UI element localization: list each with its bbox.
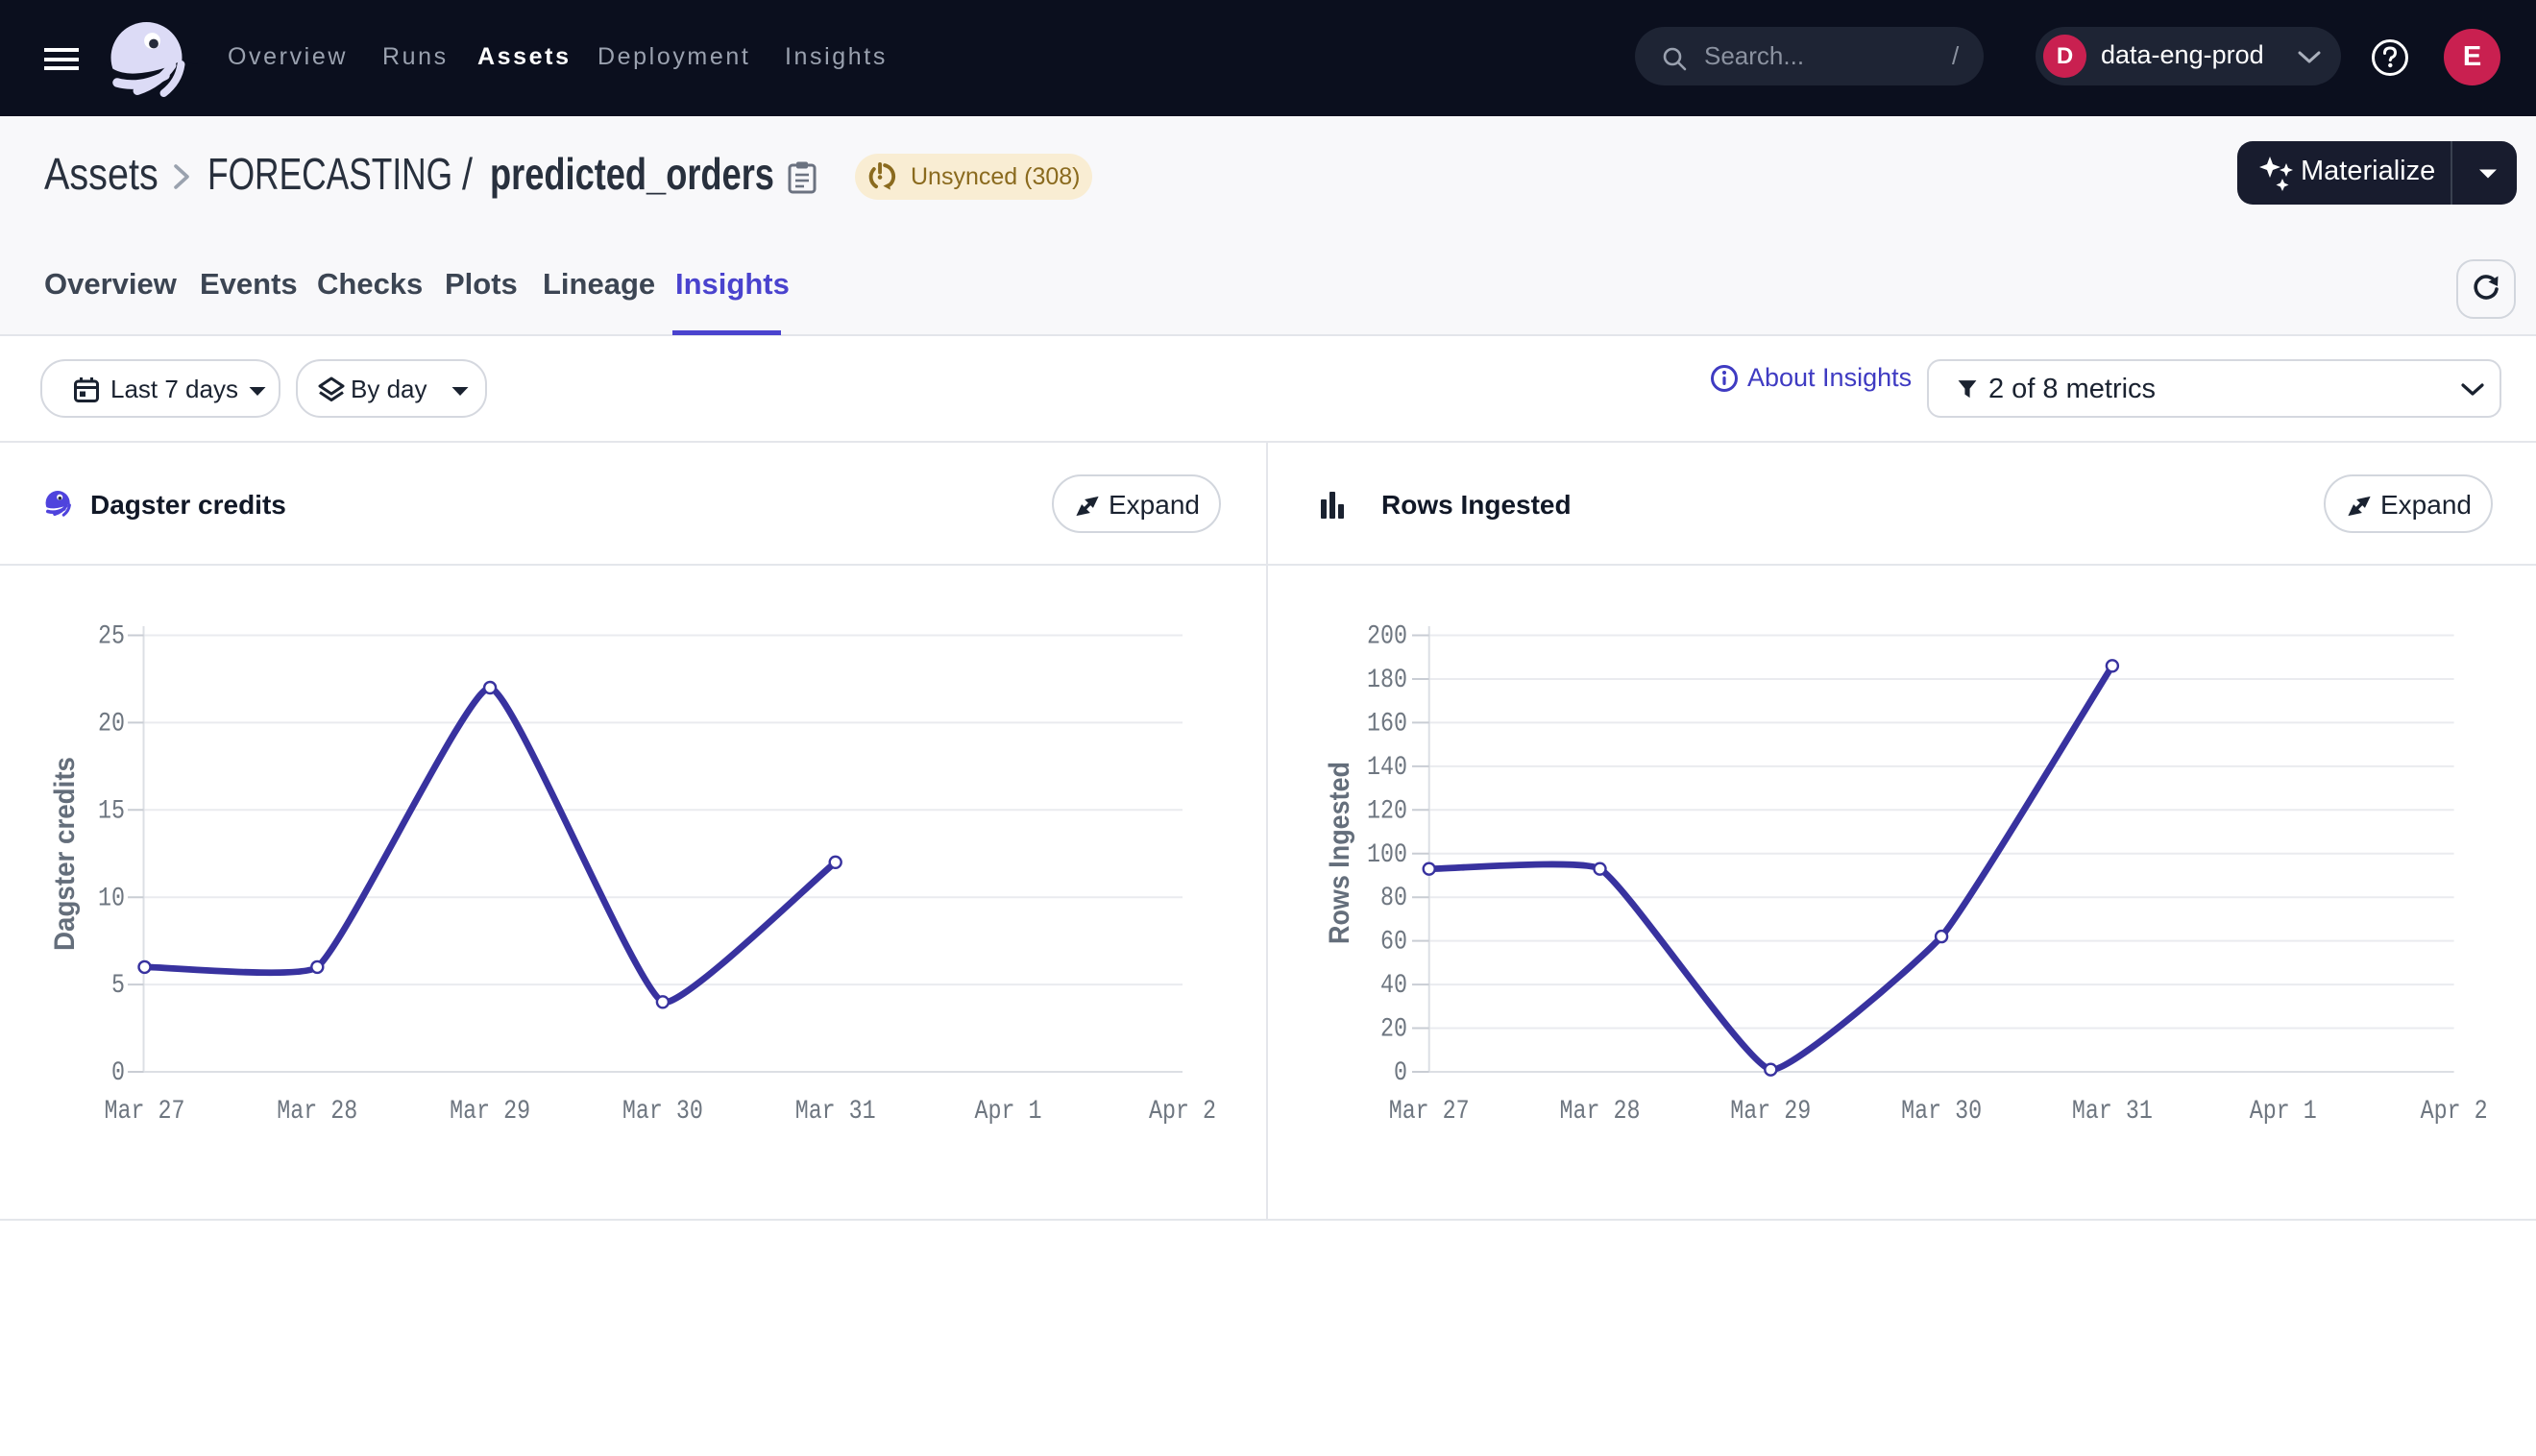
svg-text:40: 40 <box>1380 971 1407 1001</box>
svg-text:140: 140 <box>1367 753 1407 783</box>
svg-text:80: 80 <box>1380 884 1407 913</box>
svg-text:Apr 2: Apr 2 <box>1149 1097 1216 1127</box>
svg-text:Apr 1: Apr 1 <box>975 1097 1042 1127</box>
svg-text:20: 20 <box>98 710 125 740</box>
svg-text:Apr 2: Apr 2 <box>2421 1097 2488 1127</box>
svg-text:Apr 1: Apr 1 <box>2250 1097 2317 1127</box>
svg-text:Mar 30: Mar 30 <box>622 1097 703 1127</box>
svg-text:20: 20 <box>1380 1015 1407 1045</box>
svg-text:Mar 28: Mar 28 <box>1560 1097 1641 1127</box>
svg-text:Mar 31: Mar 31 <box>795 1097 876 1127</box>
svg-text:100: 100 <box>1367 840 1407 870</box>
svg-text:Mar 27: Mar 27 <box>105 1097 185 1127</box>
svg-text:Mar 29: Mar 29 <box>450 1097 530 1127</box>
svg-text:Mar 29: Mar 29 <box>1730 1097 1811 1127</box>
svg-text:5: 5 <box>111 971 125 1001</box>
svg-text:Dagster credits: Dagster credits <box>49 757 81 951</box>
svg-text:0: 0 <box>1394 1058 1407 1088</box>
svg-text:25: 25 <box>98 622 125 652</box>
svg-text:200: 200 <box>1367 622 1407 652</box>
svg-text:60: 60 <box>1380 928 1407 958</box>
svg-text:120: 120 <box>1367 796 1407 826</box>
svg-text:Mar 28: Mar 28 <box>277 1097 357 1127</box>
svg-text:0: 0 <box>111 1058 125 1088</box>
svg-text:Mar 31: Mar 31 <box>2072 1097 2153 1127</box>
svg-text:Mar 30: Mar 30 <box>1901 1097 1982 1127</box>
svg-text:10: 10 <box>98 884 125 913</box>
svg-text:160: 160 <box>1367 709 1407 739</box>
svg-text:Mar 27: Mar 27 <box>1389 1097 1470 1127</box>
svg-text:180: 180 <box>1367 666 1407 695</box>
svg-text:Rows Ingested: Rows Ingested <box>1324 762 1355 944</box>
svg-text:15: 15 <box>98 796 125 826</box>
